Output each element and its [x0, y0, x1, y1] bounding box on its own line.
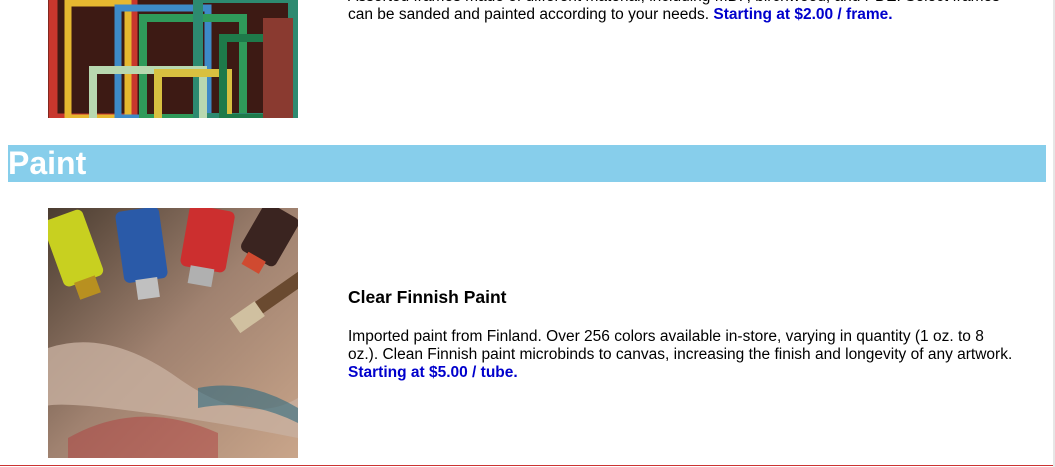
paint-product-title: Clear Finnish Paint — [348, 287, 507, 307]
frames-price: Starting at $2.00 / frame. — [713, 6, 893, 23]
paint-product-image — [48, 208, 298, 458]
section-heading-paint: Paint — [8, 145, 1046, 182]
paint-product-description: Imported paint from Finland. Over 256 co… — [348, 328, 1013, 381]
paint-product-price: Starting at $5.00 / tube. — [348, 364, 518, 381]
frames-product-image — [48, 0, 298, 118]
section-divider — [0, 465, 1055, 466]
frames-description: Assorted frames made of different materi… — [348, 0, 1000, 23]
